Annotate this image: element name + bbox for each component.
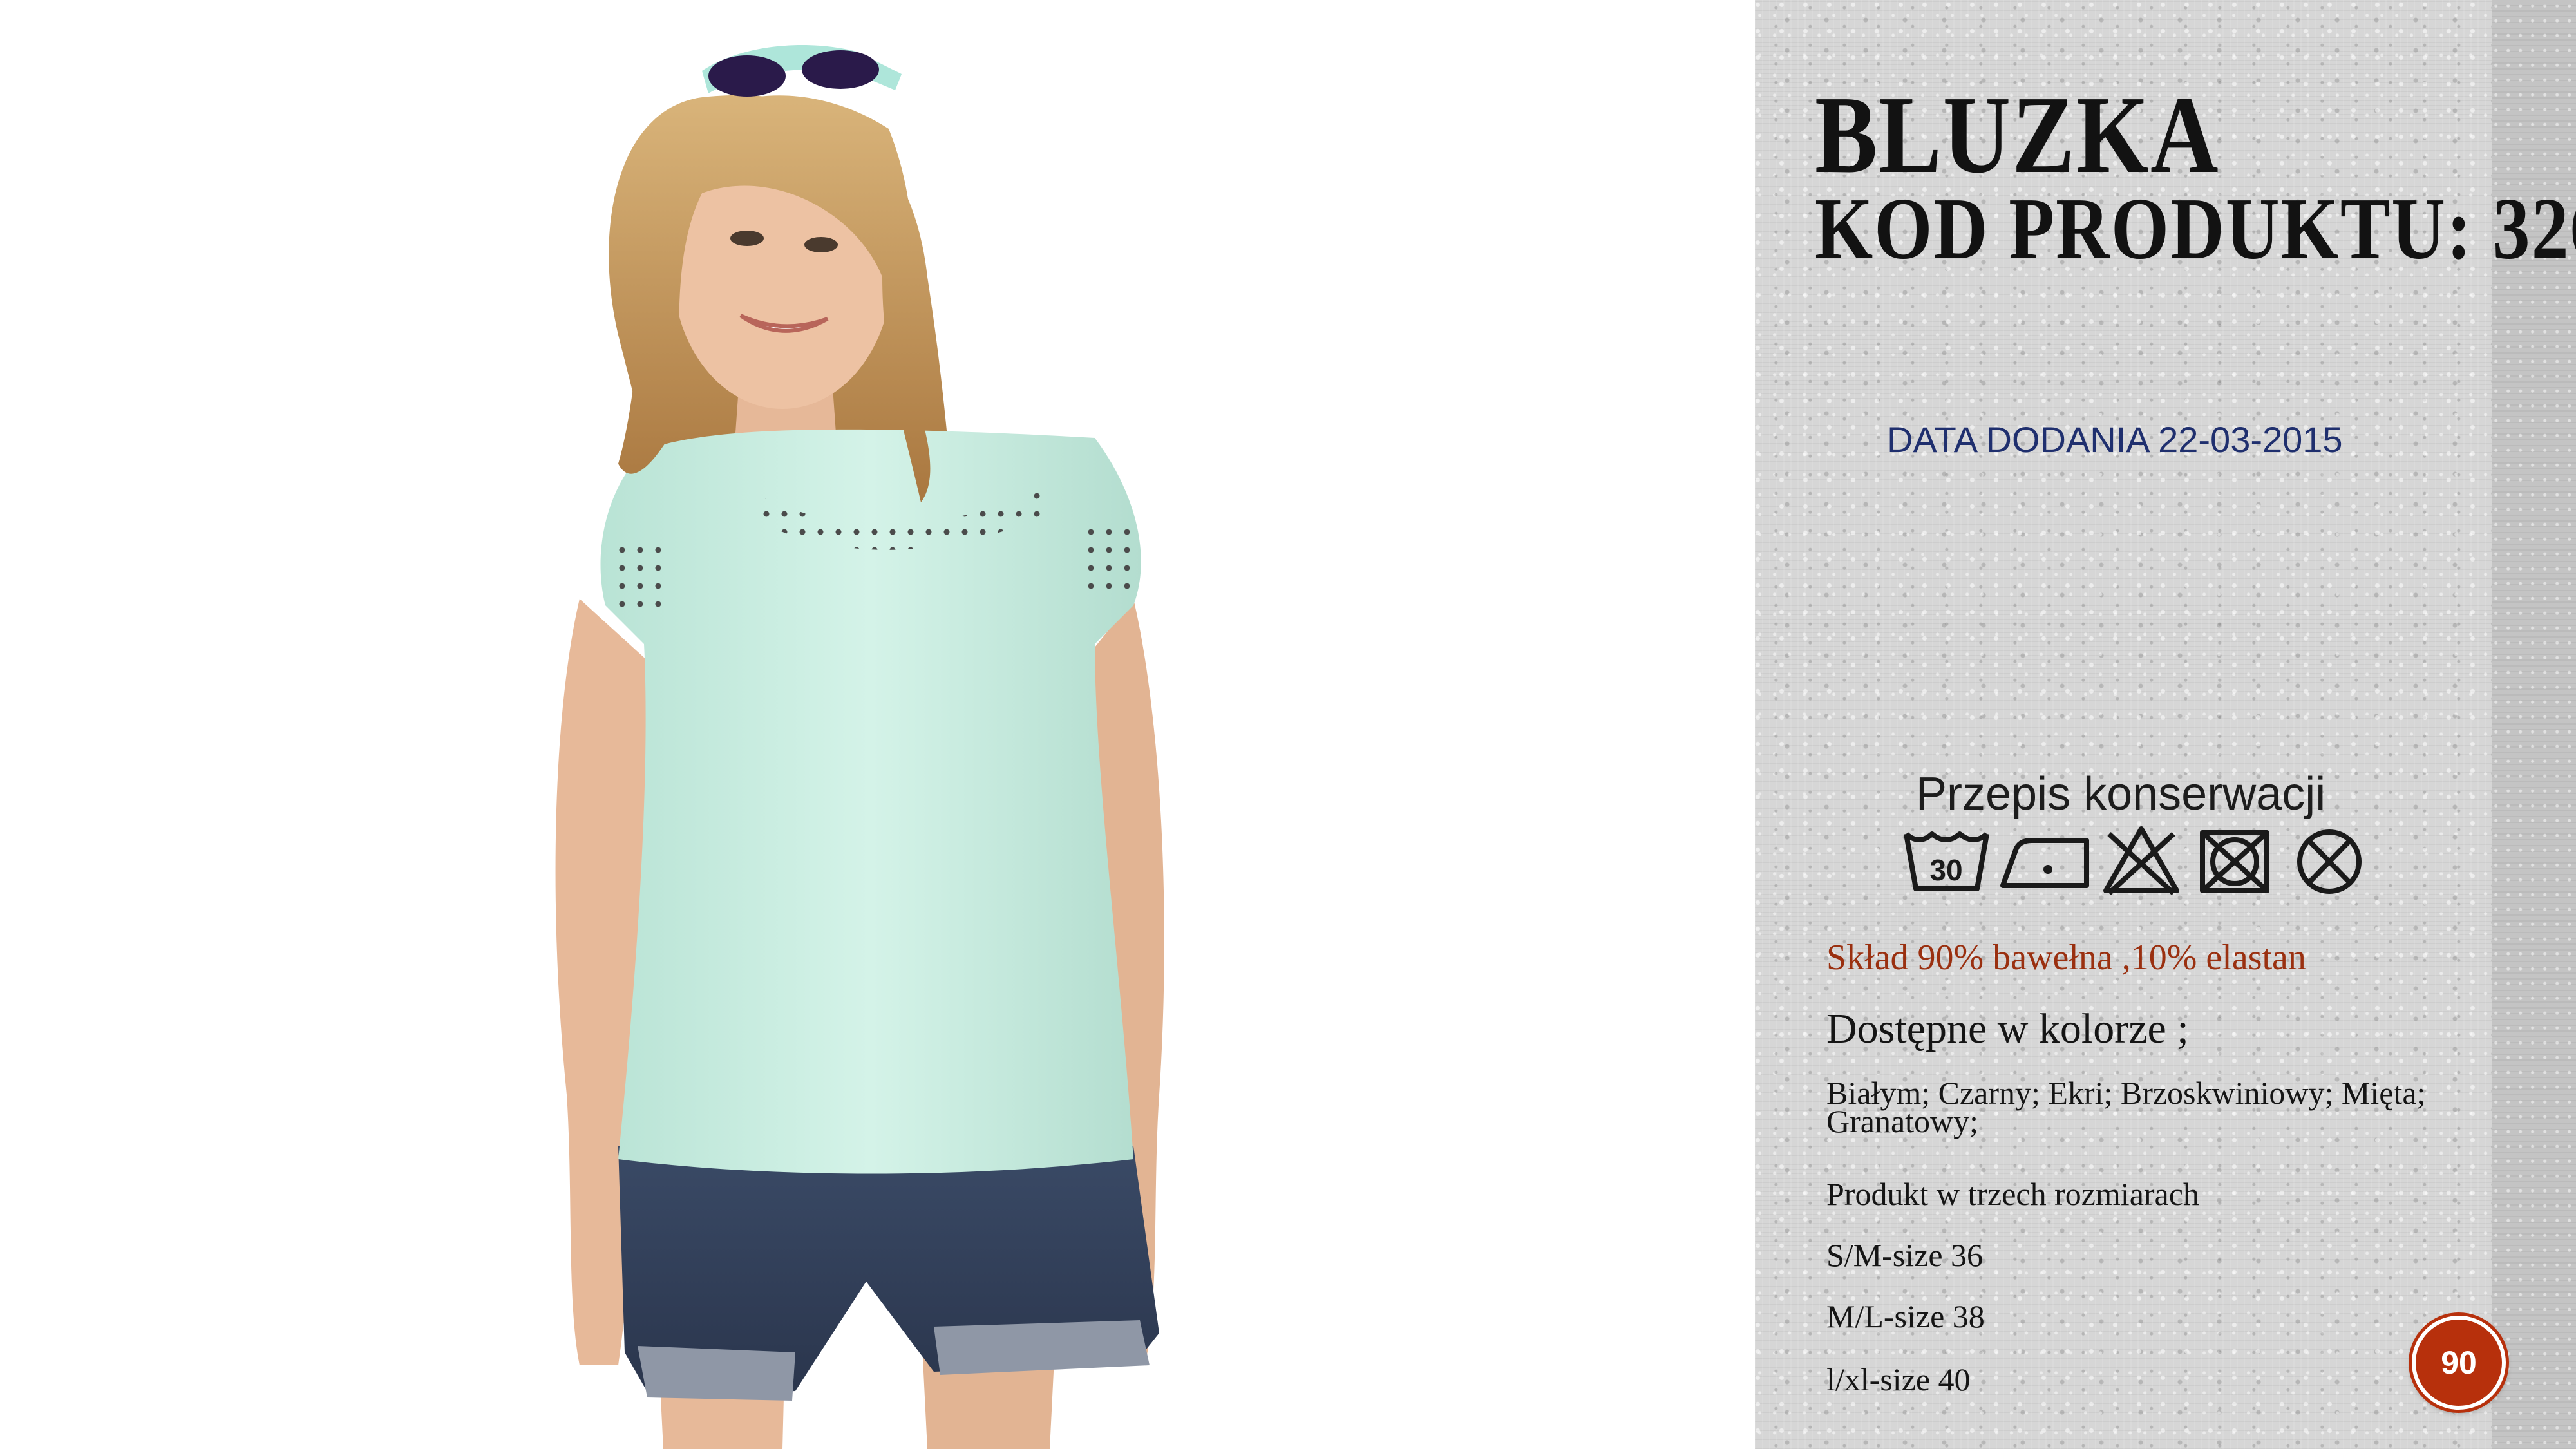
care-instructions-heading: Przepis konserwacji [1916,768,2326,820]
page-number-badge: 90 [2412,1316,2506,1410]
date-added: DATA DODANIA 22-03-2015 [1887,419,2343,460]
composition-text: Skład 90% bawełna ,10% elastan [1826,938,2306,978]
colors-heading: Dostępne w kolorze ; [1826,1005,2189,1052]
size-item: l/xl-size 40 [1826,1361,1971,1397]
care-icons-row: 30 [1904,826,2362,895]
no-bleach-icon [2103,826,2179,895]
product-photo [0,0,1755,1449]
sizes-intro: Produkt w trzech rozmiarach [1826,1176,2199,1212]
size-item: S/M-size 36 [1826,1237,1984,1273]
svg-text:30: 30 [1929,853,1962,887]
product-code: KOD PRODUKTU: 3266 [1815,180,2576,278]
colors-list: Białym; Czarny; Ekri; Brzoskwiniowy; Mię… [1826,1075,2426,1139]
iron-low-icon [2000,838,2089,888]
no-tumble-dry-icon [2200,830,2269,893]
wash-30-icon: 30 [1904,831,1989,891]
no-dry-clean-icon [2297,829,2362,894]
size-item: M/L-size 38 [1826,1298,1985,1334]
